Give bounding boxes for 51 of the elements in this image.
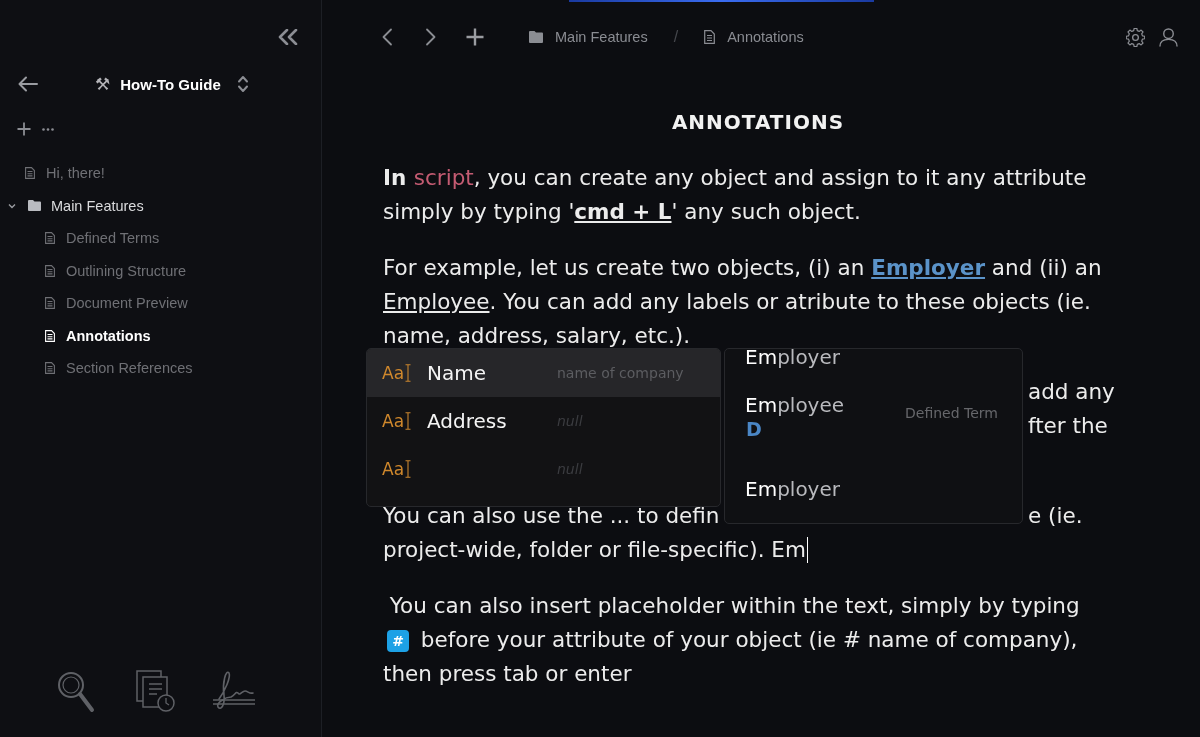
up-down-chevron-icon[interactable] xyxy=(236,75,249,93)
document-icon xyxy=(45,232,55,245)
breadcrumb-link[interactable]: Main Features xyxy=(555,29,648,45)
term-link[interactable]: Employer xyxy=(871,255,986,280)
tree-item[interactable]: Section References xyxy=(20,352,321,385)
tree-item[interactable]: Main Features xyxy=(0,189,321,222)
document-icon xyxy=(25,167,35,180)
paragraph-fragment: add any xyxy=(1028,379,1115,404)
document-icon xyxy=(45,362,55,375)
menu-item[interactable]: Employee D Defined Term xyxy=(725,371,1022,453)
paragraph-fragment: You can also use the ... to defin xyxy=(383,502,720,530)
document-icon xyxy=(45,297,55,310)
menu-item[interactable]: Employer xyxy=(725,453,1022,523)
document-icon xyxy=(704,30,716,44)
back-chevron-icon[interactable] xyxy=(381,28,393,46)
paragraph: You can also insert placeholder within the text, simply by typing # before your attribute of your object (ie # name of company), then press tab or enter xyxy=(383,592,1081,688)
tree-item[interactable]: Outlining Structure xyxy=(20,254,321,287)
menu-item[interactable]: Aa Name name of company xyxy=(367,349,720,397)
project-title[interactable]: How-To Guide xyxy=(120,75,221,93)
document-title: ANNOTATIONS xyxy=(670,110,846,134)
tree-item[interactable]: Defined Terms xyxy=(20,222,321,255)
user-icon[interactable] xyxy=(1159,27,1178,47)
document-icon xyxy=(45,329,55,342)
paragraph-line: project-wide, folder or file-specific). Em xyxy=(383,536,806,564)
term-type-icon: D xyxy=(746,418,762,440)
forward-chevron-icon[interactable] xyxy=(425,28,437,46)
tree-item[interactable]: Hi, there! xyxy=(0,157,321,190)
folder-icon xyxy=(529,31,543,43)
breadcrumb-separator: / xyxy=(673,28,679,46)
hash-icon: # xyxy=(387,630,409,652)
collapse-icon[interactable] xyxy=(277,29,299,45)
folder-icon xyxy=(28,200,41,212)
documents-clock-icon[interactable] xyxy=(135,669,177,713)
paragraph-fragment: fter the xyxy=(1028,413,1108,438)
breadcrumb-link[interactable]: Annotations xyxy=(727,29,804,45)
settings-icon[interactable] xyxy=(1126,27,1145,47)
paragraph-fragment: e (ie. xyxy=(1028,502,1084,530)
paragraph: In script, you can create any object and assign to it any attribute simply by typing 'cmd + L' any such object. xyxy=(383,164,1088,226)
tree-item[interactable]: Annotations xyxy=(20,319,321,352)
text-cursor xyxy=(806,537,809,563)
add-icon[interactable] xyxy=(17,122,31,136)
add-icon[interactable] xyxy=(466,28,484,46)
search-icon[interactable] xyxy=(55,669,95,713)
chevron-icon[interactable] xyxy=(8,201,16,210)
term-link[interactable]: Employee xyxy=(383,289,490,314)
tree-item[interactable]: Document Preview xyxy=(20,287,321,320)
hammer-pick-icon: ⚒ xyxy=(95,74,111,94)
document-icon xyxy=(45,264,55,277)
more-icon[interactable] xyxy=(42,127,54,131)
back-arrow-icon[interactable] xyxy=(18,76,38,92)
menu-item[interactable]: Employer xyxy=(725,349,1022,371)
